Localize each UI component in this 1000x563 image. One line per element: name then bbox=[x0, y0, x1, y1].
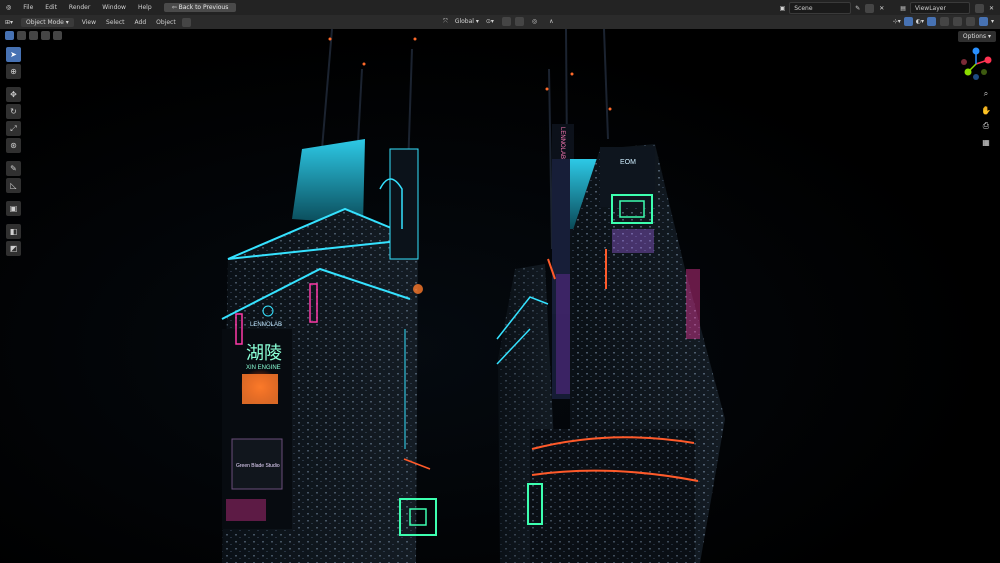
select-extend-icon[interactable] bbox=[17, 31, 26, 40]
select-subtract-icon[interactable] bbox=[29, 31, 38, 40]
menu-render[interactable]: Render bbox=[63, 4, 96, 11]
left-engine-sign: XIN ENGINE bbox=[246, 365, 281, 371]
menu-edit[interactable]: Edit bbox=[39, 4, 63, 11]
measure-tool-icon[interactable]: ◺ bbox=[6, 178, 21, 193]
left-tower-crown bbox=[292, 139, 365, 224]
snap-icon[interactable] bbox=[501, 17, 511, 26]
zoom-icon[interactable]: ⌕ bbox=[980, 88, 992, 100]
material-shading-icon[interactable] bbox=[965, 17, 975, 26]
menu-object[interactable]: Object bbox=[151, 19, 181, 26]
editor-type-icon[interactable]: ⊞▾ bbox=[0, 19, 18, 26]
solid-shading-icon[interactable] bbox=[952, 17, 962, 26]
gizmo-toggle-icon[interactable] bbox=[903, 17, 913, 26]
menu-view[interactable]: View bbox=[77, 19, 101, 26]
menu-select[interactable]: Select bbox=[101, 19, 130, 26]
pivot-icon[interactable]: ⊙▾ bbox=[481, 18, 499, 25]
ortho-grid-icon[interactable]: ▦ bbox=[980, 136, 992, 148]
snap-target-icon[interactable] bbox=[514, 17, 524, 26]
options-label: Options bbox=[962, 33, 987, 40]
close-viewlayer-icon[interactable]: ✕ bbox=[989, 5, 994, 12]
scene-icon: ▣ bbox=[779, 4, 786, 12]
select-box-tool-icon[interactable]: ➤ bbox=[6, 47, 21, 62]
mode-dropdown[interactable]: Object Mode ▾ bbox=[21, 17, 74, 27]
inset-tool-icon[interactable]: ◩ bbox=[6, 241, 21, 256]
top-menubar: ◎ File Edit Render Window Help ⇦ Back to… bbox=[0, 0, 1000, 15]
menu-file[interactable]: File bbox=[17, 4, 39, 11]
move-tool-icon[interactable]: ✥ bbox=[6, 87, 21, 102]
select-invert-icon[interactable] bbox=[41, 31, 50, 40]
scene-field[interactable]: Scene bbox=[789, 2, 852, 14]
orientation-label: Global bbox=[454, 18, 474, 25]
back-to-previous-button[interactable]: ⇦ Back to Previous bbox=[163, 3, 237, 12]
rendered-shading-icon[interactable] bbox=[978, 17, 988, 26]
top-right-group: ▣ Scene ✎ ✕ ▤ ViewLayer ✕ bbox=[780, 2, 994, 14]
viewport-header: ⊞▾ Object Mode ▾ View Select Add Object … bbox=[0, 15, 1000, 29]
viewlayer-label: ViewLayer bbox=[914, 4, 946, 12]
visibility-icon[interactable]: ⊹▾ bbox=[893, 18, 901, 25]
3d-viewport[interactable]: LENNOLAB 湖陵 XIN ENGINE Green Blade Studi… bbox=[0, 29, 1000, 563]
overlay-icon[interactable]: ◐▾ bbox=[916, 18, 924, 25]
transform-tool-icon[interactable]: ⊛ bbox=[6, 138, 21, 153]
select-intersect-icon[interactable] bbox=[53, 31, 62, 40]
viewlayer-browse-icon[interactable] bbox=[974, 3, 984, 13]
menu-help[interactable]: Help bbox=[132, 4, 158, 11]
close-scene-icon[interactable]: ✕ bbox=[879, 5, 884, 12]
scale-tool-icon[interactable]: ⤢ bbox=[6, 121, 21, 136]
menu-add[interactable]: Add bbox=[130, 19, 152, 26]
scene-browse-icon[interactable] bbox=[865, 3, 875, 13]
orientation-icon: ⤧ bbox=[443, 17, 448, 25]
pan-hand-icon[interactable]: ✋ bbox=[980, 104, 992, 116]
wireframe-shading-icon[interactable] bbox=[939, 17, 949, 26]
left-chinese-sign: 湖陵 bbox=[246, 343, 282, 364]
annotate-tool-icon[interactable]: ✎ bbox=[6, 161, 21, 176]
navigation-gizmo[interactable] bbox=[958, 46, 994, 82]
left-bottom-sign: Green Blade Studio bbox=[236, 463, 280, 469]
left-brand-sign: LENNOLAB bbox=[250, 322, 282, 328]
tool-shelf: ➤ ⊕ ✥ ↻ ⤢ ⊛ ✎ ◺ ▣ ◧ ◩ bbox=[6, 47, 22, 256]
right-tower bbox=[496, 124, 725, 563]
proportional-edit-icon[interactable]: ◎ bbox=[527, 18, 542, 25]
add-cube-tool-icon[interactable]: ▣ bbox=[6, 201, 21, 216]
xray-icon[interactable] bbox=[926, 17, 936, 26]
shading-options-icon[interactable]: ▾ bbox=[991, 18, 994, 25]
falloff-icon[interactable]: ∧ bbox=[544, 18, 558, 25]
back-to-previous-label: Back to Previous bbox=[178, 4, 229, 11]
antenna-lights bbox=[328, 37, 612, 111]
viewlayer-icon: ▤ bbox=[900, 4, 906, 12]
shading-toggle-icon[interactable] bbox=[181, 17, 191, 27]
right-rooftop-logo: EOM bbox=[620, 159, 636, 166]
blender-logo-icon[interactable]: ◎ bbox=[0, 4, 17, 11]
menu-window[interactable]: Window bbox=[96, 4, 132, 11]
city-render: LENNOLAB 湖陵 XIN ENGINE Green Blade Studi… bbox=[221, 29, 725, 563]
rotate-tool-icon[interactable]: ↻ bbox=[6, 104, 21, 119]
orientation-dropdown[interactable]: Global ▾ bbox=[455, 18, 479, 25]
right-vertical-sign: LENNOLAB bbox=[559, 127, 565, 159]
scene-label: Scene bbox=[794, 4, 813, 12]
camera-view-icon[interactable]: ⎙ bbox=[980, 120, 992, 132]
select-mode-group bbox=[4, 31, 63, 40]
options-dropdown[interactable]: Options ▾ bbox=[957, 31, 996, 42]
select-new-icon[interactable] bbox=[5, 31, 14, 40]
viewlayer-field[interactable]: ViewLayer bbox=[909, 2, 970, 14]
extrude-tool-icon[interactable]: ◧ bbox=[6, 224, 21, 239]
mode-label: Object Mode bbox=[26, 18, 64, 26]
pin-icon[interactable]: ✎ bbox=[855, 5, 860, 12]
cursor-tool-icon[interactable]: ⊕ bbox=[6, 64, 21, 79]
